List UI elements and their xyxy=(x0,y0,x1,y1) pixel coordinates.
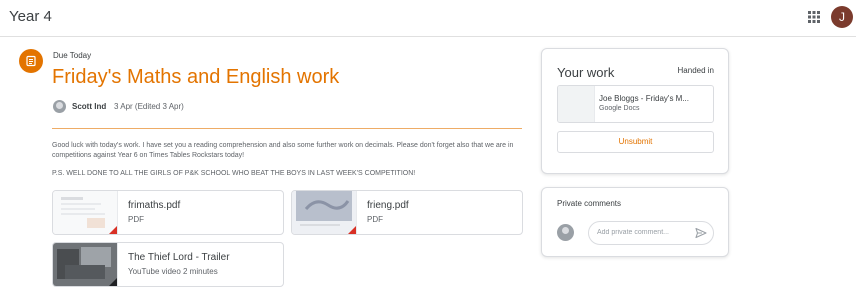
attachment-name: The Thief Lord - Trailer xyxy=(128,252,230,263)
attachment-thumbnail xyxy=(53,191,118,234)
attachment-thumbnail xyxy=(292,191,357,234)
assignment-body: Good luck with today's work. I have set … xyxy=(52,142,514,159)
attachment-type: PDF xyxy=(367,215,383,224)
attachment-frimaths[interactable]: frimaths.pdf PDF xyxy=(52,190,284,235)
assignment-icon xyxy=(19,49,43,73)
assignment-title: Friday's Maths and English work xyxy=(52,66,340,88)
file-type: Google Docs xyxy=(599,105,640,112)
submitted-file[interactable]: Joe Bloggs - Friday's M... Google Docs xyxy=(557,85,714,123)
file-thumbnail xyxy=(558,86,595,122)
author-avatar xyxy=(53,100,66,113)
send-icon[interactable] xyxy=(695,227,707,239)
attachment-video[interactable]: The Thief Lord - Trailer YouTube video 2… xyxy=(52,242,284,287)
status-badge: Handed in xyxy=(677,66,714,75)
post-date: 3 Apr (Edited 3 Apr) xyxy=(114,102,184,111)
due-label: Due Today xyxy=(53,51,92,60)
assignment-ps: P.S. WELL DONE TO ALL THE GIRLS OF P&K S… xyxy=(52,170,416,177)
unsubmit-button[interactable]: Unsubmit xyxy=(557,131,714,153)
private-comment-input[interactable] xyxy=(597,226,685,239)
author-name: Scott Ind xyxy=(72,102,107,111)
private-comment-field[interactable] xyxy=(588,221,714,245)
attachment-frieng[interactable]: frieng.pdf PDF xyxy=(291,190,523,235)
commenter-avatar xyxy=(557,224,574,241)
private-comments-card: Private comments xyxy=(541,187,729,257)
video-thumbnail xyxy=(53,243,118,286)
top-bar: Year 4 J xyxy=(0,0,856,37)
private-comments-title: Private comments xyxy=(557,199,622,208)
apps-grid-icon[interactable] xyxy=(806,9,822,25)
attachment-name: frimaths.pdf xyxy=(128,200,181,211)
your-work-title: Your work xyxy=(557,65,615,80)
attachment-type: PDF xyxy=(128,215,144,224)
user-avatar[interactable]: J xyxy=(831,6,853,28)
attachment-type: YouTube video 2 minutes xyxy=(128,267,218,276)
attachment-name: frieng.pdf xyxy=(367,200,409,211)
class-title[interactable]: Year 4 xyxy=(9,8,52,25)
your-work-card: Your work Handed in Joe Bloggs - Friday'… xyxy=(541,48,729,174)
title-divider xyxy=(52,128,522,129)
file-name: Joe Bloggs - Friday's M... xyxy=(599,94,689,103)
